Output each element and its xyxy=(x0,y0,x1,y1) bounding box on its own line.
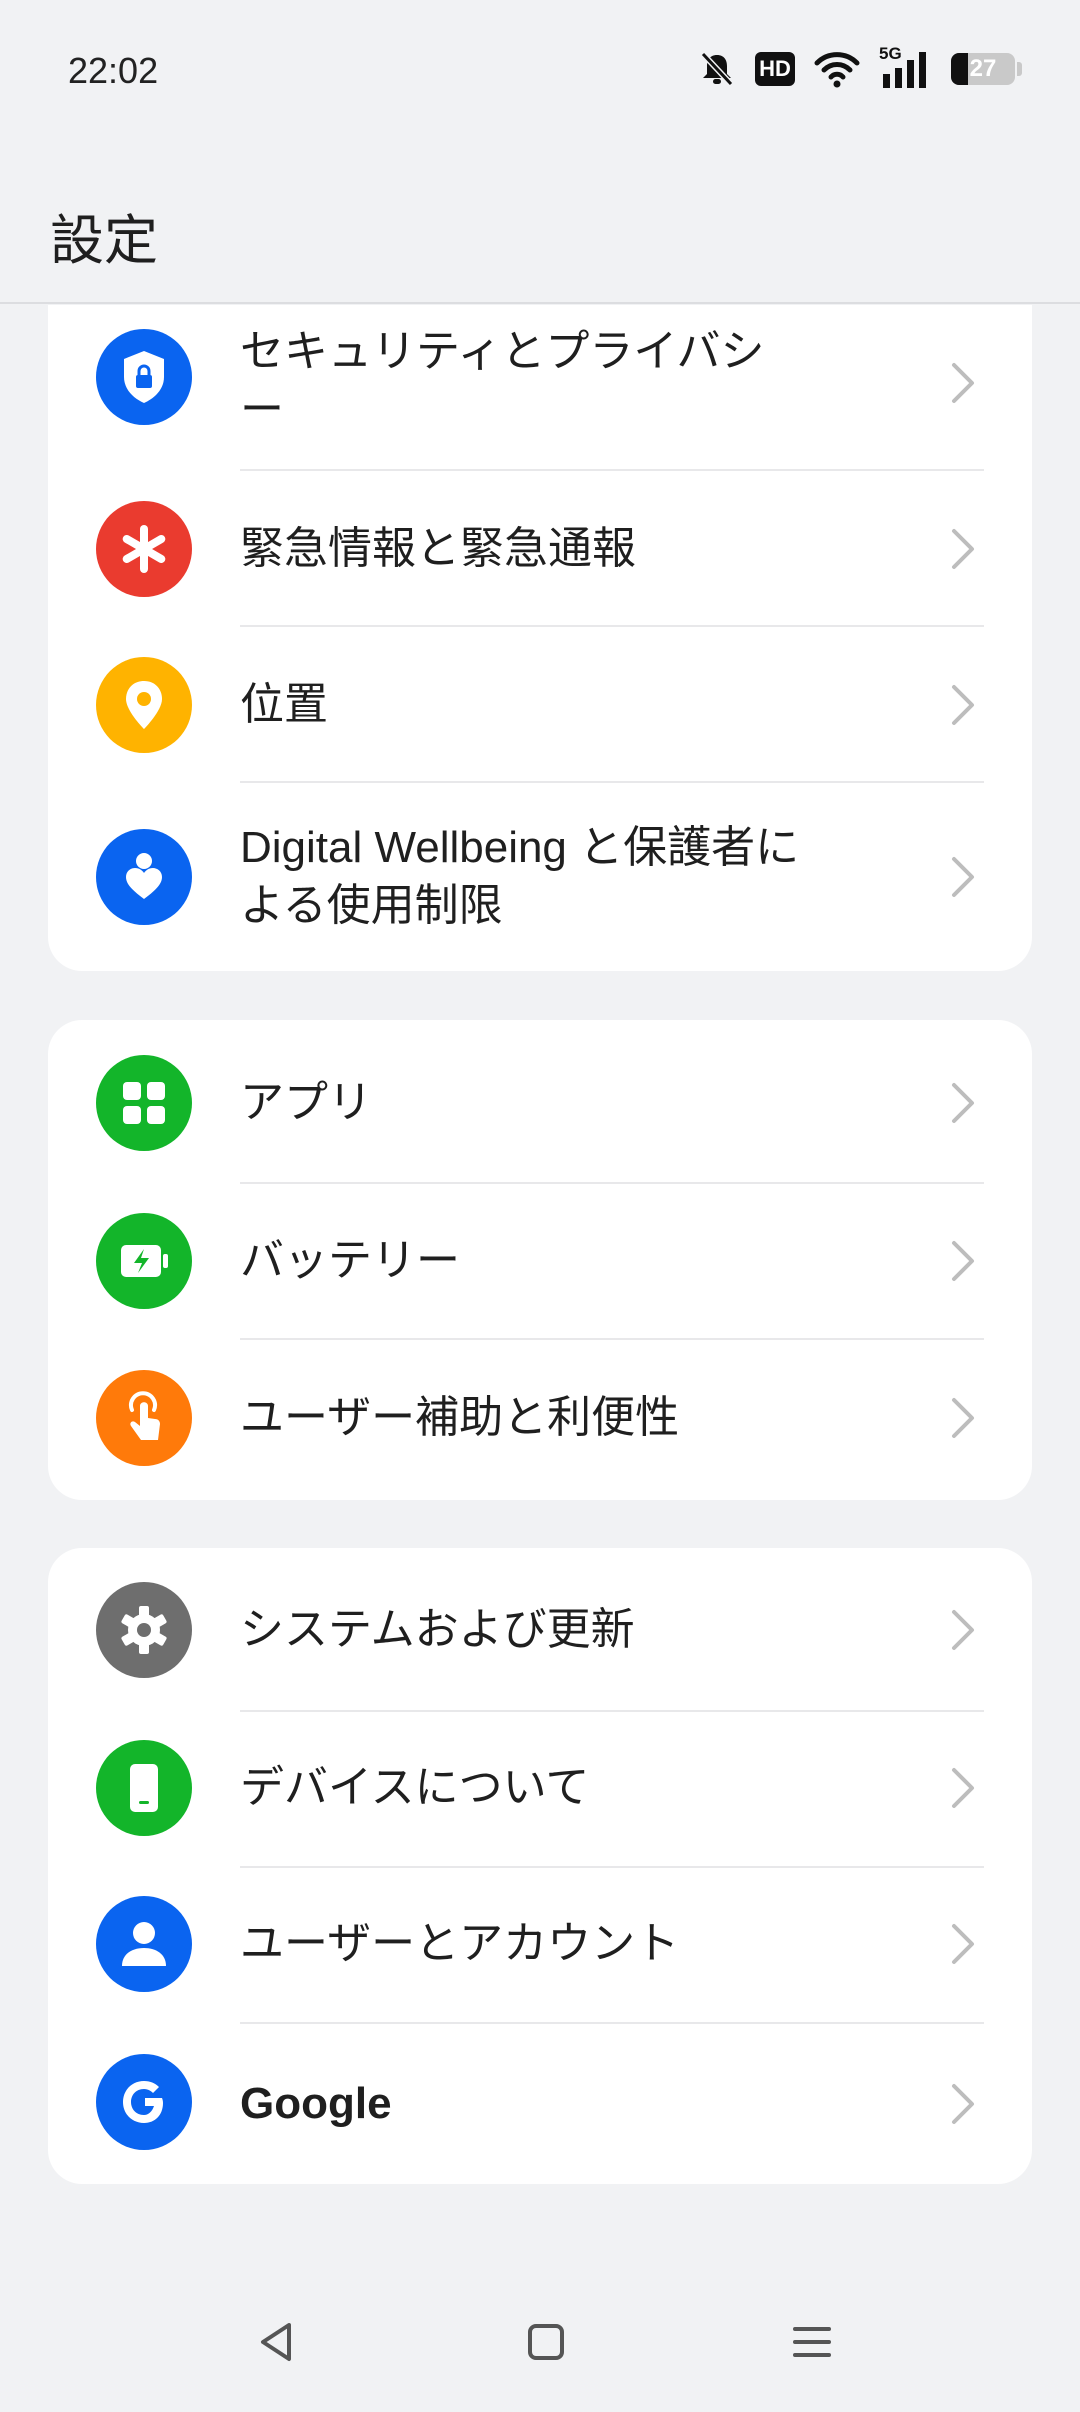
chevron-right-icon xyxy=(952,685,974,725)
settings-item-security-privacy[interactable]: セキュリティとプライバシ ー xyxy=(48,305,1032,462)
back-triangle-icon xyxy=(261,2323,291,2361)
chevron-right-icon xyxy=(952,1083,974,1123)
settings-item-label: セキュリティとプライバシ ー xyxy=(240,326,765,435)
chevron-right-icon xyxy=(952,363,974,403)
home-button[interactable] xyxy=(506,2302,586,2382)
chevron-right-icon xyxy=(952,2084,974,2124)
settings-item-label: Google xyxy=(240,2079,392,2128)
location-pin-icon xyxy=(96,657,192,753)
settings-item-label: デバイスについて xyxy=(240,1762,590,1813)
settings-item-users-accounts[interactable]: ユーザーとアカウント xyxy=(48,1868,1032,2024)
wifi-icon xyxy=(813,49,861,89)
settings-item-digital-wellbeing[interactable]: Digital Wellbeing と保護者に よる使用制限 xyxy=(48,783,1032,971)
status-time: 22:02 xyxy=(68,50,159,91)
settings-group-system: システムおよび更新 デバイスについて ユーザーとアカウント Google xyxy=(48,1548,1032,2184)
recents-button[interactable] xyxy=(772,2302,852,2382)
chevron-right-icon xyxy=(952,1768,974,1808)
settings-item-label: システムおよび更新 xyxy=(240,1604,635,1655)
cellular-signal-icon: 5G xyxy=(879,44,933,92)
gear-icon xyxy=(96,1582,192,1678)
user-icon xyxy=(96,1896,192,1992)
apps-grid-icon xyxy=(96,1055,192,1151)
touch-hand-icon xyxy=(96,1370,192,1466)
settings-item-label: ユーザーとアカウント xyxy=(240,1918,680,1969)
home-square-icon xyxy=(528,2324,564,2360)
chevron-right-icon xyxy=(952,857,974,897)
status-icons: HD 5G 27 xyxy=(697,44,1022,92)
chevron-right-icon xyxy=(952,1610,974,1650)
settings-item-system-updates[interactable]: システムおよび更新 xyxy=(48,1548,1032,1706)
back-button[interactable] xyxy=(236,2302,316,2382)
menu-lines-icon xyxy=(793,2327,831,2357)
settings-item-label: Digital Wellbeing と保護者に よる使用制限 xyxy=(240,823,800,930)
settings-item-label: 位置 xyxy=(240,679,328,730)
settings-item-location[interactable]: 位置 xyxy=(48,627,1032,783)
settings-item-google[interactable]: Google xyxy=(48,2024,1032,2184)
google-icon xyxy=(96,2054,192,2150)
settings-item-accessibility[interactable]: ユーザー補助と利便性 xyxy=(48,1340,1032,1500)
settings-item-about-device[interactable]: デバイスについて xyxy=(48,1712,1032,1868)
settings-group-privacy: セキュリティとプライバシ ー 緊急情報と緊急通報 位置 Digital Well… xyxy=(48,305,1032,971)
chevron-right-icon xyxy=(952,1241,974,1281)
settings-item-battery[interactable]: バッテリー xyxy=(48,1184,1032,1340)
hd-voice-icon: HD xyxy=(755,52,795,86)
settings-item-apps[interactable]: アプリ xyxy=(48,1020,1032,1176)
settings-group-apps: アプリ バッテリー ユーザー補助と利便性 xyxy=(48,1020,1032,1500)
settings-item-label: アプリ xyxy=(240,1077,372,1128)
person-heart-icon xyxy=(96,829,192,925)
battery-icon: 27 xyxy=(951,53,1022,85)
settings-item-emergency[interactable]: 緊急情報と緊急通報 xyxy=(48,471,1032,627)
chevron-right-icon xyxy=(952,1924,974,1964)
settings-item-label: 緊急情報と緊急通報 xyxy=(240,523,636,574)
header: 設定 xyxy=(0,140,1080,304)
page-title: 設定 xyxy=(50,209,158,272)
settings-item-label: バッテリー xyxy=(240,1235,460,1286)
phone-device-icon xyxy=(96,1740,192,1836)
settings-item-label: ユーザー補助と利便性 xyxy=(240,1392,680,1443)
chevron-right-icon xyxy=(952,529,974,569)
status-bar: 22:02 HD 5G 27 xyxy=(0,0,1080,140)
battery-charging-icon xyxy=(96,1213,192,1309)
battery-percent: 27 xyxy=(969,55,997,82)
bell-muted-icon xyxy=(697,49,737,89)
chevron-right-icon xyxy=(952,1398,974,1438)
asterisk-icon xyxy=(96,501,192,597)
shield-lock-icon xyxy=(96,329,192,425)
navigation-bar xyxy=(0,2280,1080,2412)
